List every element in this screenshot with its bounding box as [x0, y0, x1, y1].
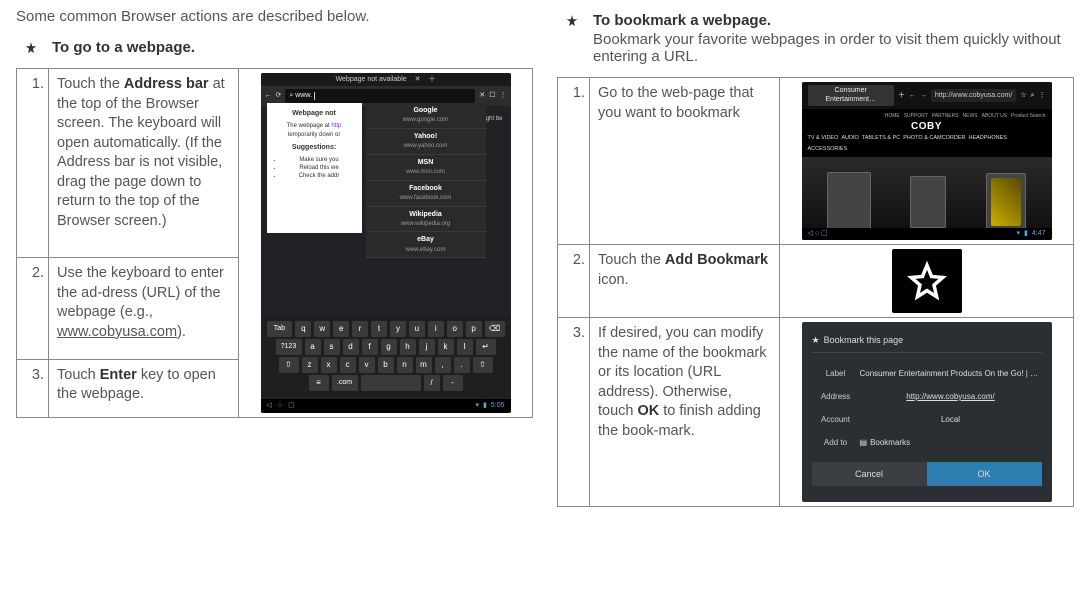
cancel-button: Cancel [812, 462, 927, 486]
instructions-table-right: 1. Go to the web-page that you want to b… [557, 77, 1074, 507]
screenshot-cell [780, 245, 1074, 318]
step-text: Touch the Add Bookmark icon. [590, 245, 780, 318]
star-bullet-icon [565, 14, 579, 28]
suggestions-dropdown: Googlewww.google.com Yahoo!www.yahoo.com… [366, 103, 486, 258]
on-screen-keyboard: Tab qwertyuiop ⌫ ?123 asdfghjkl ↵ ⇧ [261, 315, 511, 397]
section-bookmark-webpage: To bookmark a webpage. Bookmark your fav… [565, 12, 1074, 65]
browser-screenshot: Webpage not available ✕ ＋ ← ⟳ ⌕www. ✕ ☐ … [261, 73, 511, 413]
section-title-text: To bookmark a webpage. [593, 12, 771, 29]
shift-icon: ⇧ [279, 357, 299, 373]
screenshot-cell: Consumer Entertainment…＋ ←→ http://www.c… [780, 78, 1074, 245]
instructions-table-left: 1. Touch the Address bar at the top of t… [16, 68, 533, 418]
step-text: Go to the web-page that you want to book… [590, 78, 780, 245]
back-icon: ← [265, 91, 272, 100]
step-text: Use the keyboard to enter the ad-dress (… [49, 258, 239, 360]
step-number: 1. [17, 69, 49, 258]
step-number: 3. [17, 359, 49, 417]
coby-logo: COBY [808, 120, 1046, 134]
add-bookmark-icon-screenshot [892, 249, 962, 313]
bookmark-dialog-screenshot: ★Bookmark this page LabelConsumer Entert… [802, 322, 1052, 502]
screenshot-cell: Webpage not available ✕ ＋ ← ⟳ ⌕www. ✕ ☐ … [239, 69, 533, 418]
intro-text: Some common Browser actions are describe… [16, 8, 533, 25]
step-text: Touch Enter key to open the webpage. [49, 359, 239, 417]
star-bullet-icon [24, 41, 38, 55]
tab-strip: Webpage not available ✕ ＋ [261, 73, 511, 86]
system-nav-bar: ◁○▢ ▾▮5:05 [261, 399, 511, 413]
shift-icon: ⇧ [473, 357, 493, 373]
menu-icon: ⋮ [500, 91, 507, 100]
search-icon: ⌕ [289, 91, 293, 100]
clear-icon: ✕ [479, 91, 485, 100]
coby-website-screenshot: Consumer Entertainment…＋ ←→ http://www.c… [802, 82, 1052, 240]
lang-icon: ≡ [309, 375, 329, 391]
section-title-text: To go to a webpage. [52, 39, 195, 56]
step-number: 3. [558, 318, 590, 507]
reload-icon: ⟳ [276, 91, 282, 100]
url-input: ⌕www. [285, 89, 475, 102]
screenshot-cell: ★Bookmark this page LabelConsumer Entert… [780, 318, 1074, 507]
enter-icon: ↵ [476, 339, 496, 355]
step-text: Touch the Address bar at the top of the … [49, 69, 239, 258]
step-number: 1. [558, 78, 590, 245]
star-icon [906, 260, 948, 302]
error-panel: Webpage not The webpage at http temporar… [267, 103, 362, 233]
ok-button: OK [927, 462, 1042, 486]
star-icon: ★ [812, 334, 820, 346]
step-number: 2. [558, 245, 590, 318]
star-icon: ☐ [489, 91, 495, 100]
bookmark-icon: ▤ [860, 438, 868, 449]
step-text: If desired, you can modify the name of t… [590, 318, 780, 507]
backspace-icon: ⌫ [485, 321, 505, 337]
section-desc: Bookmark your favorite webpages in order… [593, 31, 1074, 65]
step-number: 2. [17, 258, 49, 360]
section-go-to-webpage: To go to a webpage. [24, 39, 533, 56]
